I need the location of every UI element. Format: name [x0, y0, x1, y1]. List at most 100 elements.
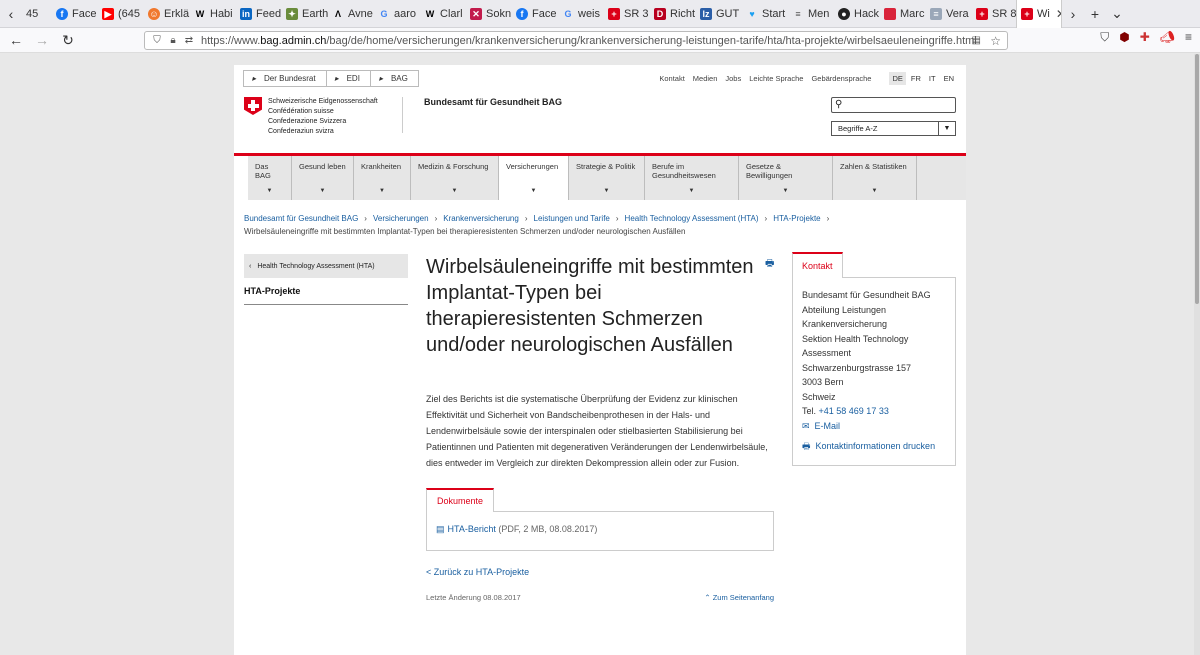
- email-label: E-Mail: [814, 420, 841, 431]
- tab-dokumente[interactable]: Dokumente: [426, 488, 495, 512]
- back-to-hta-projekte-link[interactable]: < Zurück zu HTA-Projekte: [426, 567, 774, 577]
- to-top-link[interactable]: ⌃ Zum Seitenanfang: [704, 593, 774, 602]
- chevron-down-icon: ▼: [688, 188, 695, 194]
- crumb-bag[interactable]: ▸ BAG: [371, 71, 418, 86]
- link-gebaerdensprache[interactable]: Gebärdensprache: [811, 74, 871, 83]
- main-navigation: Das BAG ▼ Gesund leben ▼ Krankheiten ▼ Medi…: [248, 156, 966, 200]
- search-input[interactable]: ⚲: [831, 97, 956, 113]
- back-arrow-icon[interactable]: ←: [3, 32, 29, 48]
- ublock-icon[interactable]: ⬢: [1119, 30, 1129, 45]
- forward-arrow-icon[interactable]: →: [29, 32, 55, 48]
- link-jobs[interactable]: Jobs: [725, 74, 741, 83]
- breadcrumb-link[interactable]: Bundesamt für Gesundheit BAG: [244, 214, 358, 223]
- browser-tab[interactable]: Gweis: [558, 0, 604, 28]
- breadcrumb-link[interactable]: Health Technology Assessment (HTA): [625, 214, 759, 223]
- sidebar-item-hta-projekte[interactable]: HTA-Projekte: [244, 278, 408, 305]
- breadcrumb-link[interactable]: Versicherungen: [373, 214, 429, 223]
- confederation-logo[interactable]: Schweizerische Eidgenossenschaft Confédé…: [244, 97, 378, 137]
- crumb-label: BAG: [390, 74, 408, 83]
- browser-tab[interactable]: ✕ Sokn: [466, 0, 512, 28]
- tab-label: Start: [762, 7, 786, 20]
- browser-tab[interactable]: ≡ Men: [788, 0, 834, 28]
- browser-tab[interactable]: D Richt: [650, 0, 696, 28]
- sidebar-back-link[interactable]: ‹ Health Technology Assessment (HTA): [244, 254, 408, 278]
- browser-tab[interactable]: + SR 3: [604, 0, 650, 28]
- browser-tab[interactable]: ♥ Start: [742, 0, 788, 28]
- lang-de[interactable]: DE: [889, 72, 906, 85]
- browser-tab[interactable]: ≡ Vera: [926, 0, 972, 28]
- link-kontakt[interactable]: Kontakt: [659, 74, 684, 83]
- browser-tab[interactable]: in Feed: [236, 0, 282, 28]
- browser-tab[interactable]: + SR 8: [972, 0, 1016, 28]
- tab-label: Richt: [670, 7, 696, 20]
- chevron-right-icon: ›: [764, 214, 768, 223]
- browser-tab[interactable]: Λ Avne: [328, 0, 374, 28]
- email-link[interactable]: ✉ E-Mail: [802, 419, 946, 434]
- browser-tab[interactable]: Gaaro: [374, 0, 420, 28]
- reload-icon[interactable]: ↻: [55, 32, 81, 49]
- lang-fr[interactable]: FR: [908, 72, 924, 85]
- nav-zahlen-statistiken[interactable]: Zahlen & Statistiken ▼: [833, 156, 917, 200]
- tabs-scroll-left-icon[interactable]: ‹: [0, 6, 22, 22]
- tab-label: 45: [26, 7, 39, 20]
- new-tab-icon[interactable]: +: [1084, 6, 1106, 22]
- browser-tab[interactable]: ✦ Earth: [282, 0, 328, 28]
- breadcrumb-link[interactable]: HTA-Projekte: [773, 214, 820, 223]
- swiss-shield-icon: +: [976, 7, 988, 20]
- nav-krankheiten[interactable]: Krankheiten ▼: [354, 156, 411, 200]
- nav-strategie-politik[interactable]: Strategie & Politik ▼: [569, 156, 645, 200]
- nav-berufe[interactable]: Berufe im Gesundheitswesen ▼: [645, 156, 739, 200]
- crumb-bundesrat[interactable]: ▸ Der Bundesrat: [244, 71, 327, 86]
- facebook-icon: f: [516, 7, 528, 20]
- nav-medizin-forschung[interactable]: Medizin & Forschung ▼: [411, 156, 499, 200]
- browser-tab[interactable]: Marc: [880, 0, 926, 28]
- lang-en[interactable]: EN: [941, 72, 957, 85]
- browser-tab[interactable]: lz GUT: [696, 0, 742, 28]
- lang-it[interactable]: IT: [926, 72, 939, 85]
- breadcrumb-link[interactable]: Krankenversicherung: [443, 214, 519, 223]
- browser-tab[interactable]: f Face: [52, 0, 98, 28]
- tab-label: Hack: [854, 7, 880, 20]
- browser-tab-strip: ‹ 45 f Face ▶ (645 ☺ Erklä W Habi in Feed ✦ Ea…: [0, 0, 1200, 28]
- logo-line: Schweizerische Eidgenossenschaft: [268, 98, 378, 105]
- breadcrumb-link[interactable]: Leistungen und Tarife: [534, 214, 610, 223]
- extension-icon[interactable]: ✚: [1140, 30, 1150, 45]
- link-leichte-sprache[interactable]: Leichte Sprache: [749, 74, 803, 83]
- browser-tab[interactable]: ▶ (645: [98, 0, 144, 28]
- print-contact-link[interactable]: 🖶︎ Kontaktinformationen drucken: [802, 439, 946, 454]
- browser-tab[interactable]: 45: [22, 0, 52, 28]
- scrollbar-thumb[interactable]: [1195, 54, 1199, 304]
- tab-list-icon[interactable]: ⌄: [1106, 5, 1128, 22]
- tabs-scroll-right-icon[interactable]: ›: [1062, 6, 1084, 22]
- nav-versicherungen[interactable]: Versicherungen ▼: [499, 156, 569, 200]
- nav-gesetze[interactable]: Gesetze & Bewilligungen ▼: [739, 156, 833, 200]
- scrollbar[interactable]: [1194, 54, 1200, 655]
- hta-bericht-link[interactable]: HTA-Bericht: [448, 524, 496, 534]
- address-bar[interactable]: ⛉ 🔒︎ ⇄ https://www.bag.admin.ch/bag/de/h…: [144, 31, 1008, 50]
- a-z-select[interactable]: Begriffe A-Z ▼: [831, 121, 956, 136]
- browser-tab[interactable]: W Habi: [190, 0, 236, 28]
- menu-icon: ≡: [795, 8, 801, 19]
- chevron-right-icon: ▸: [378, 74, 383, 83]
- link-medien[interactable]: Medien: [693, 74, 718, 83]
- bookmark-star-icon[interactable]: ☆: [990, 34, 1001, 48]
- vera-icon: ≡: [930, 7, 942, 20]
- browser-tab[interactable]: W Clarl: [420, 0, 466, 28]
- crumb-edi[interactable]: ▸ EDI: [327, 71, 371, 86]
- print-icon: 🖶︎: [802, 441, 811, 451]
- nav-das-bag[interactable]: Das BAG ▼: [248, 156, 292, 200]
- shield-icon: ⛉: [153, 35, 161, 46]
- nav-gesund-leben[interactable]: Gesund leben ▼: [292, 156, 354, 200]
- github-icon: ●: [838, 7, 850, 20]
- reader-view-icon[interactable]: ▤: [972, 35, 981, 46]
- google-icon: G: [380, 8, 388, 19]
- phone-link[interactable]: +41 58 469 17 33: [819, 406, 889, 416]
- browser-tab-active[interactable]: +Wi✕: [1016, 0, 1062, 28]
- browser-tab[interactable]: ☺ Erklä: [144, 0, 190, 28]
- tab-kontakt[interactable]: Kontakt: [792, 252, 843, 278]
- pocket-icon[interactable]: ⛉: [1100, 30, 1109, 45]
- browser-tab[interactable]: f Face: [512, 0, 558, 28]
- menu-hamburger-icon[interactable]: ≡: [1185, 30, 1192, 45]
- megaphone-icon[interactable]: 📣︎: [1160, 30, 1175, 45]
- browser-tab[interactable]: ● Hack: [834, 0, 880, 28]
